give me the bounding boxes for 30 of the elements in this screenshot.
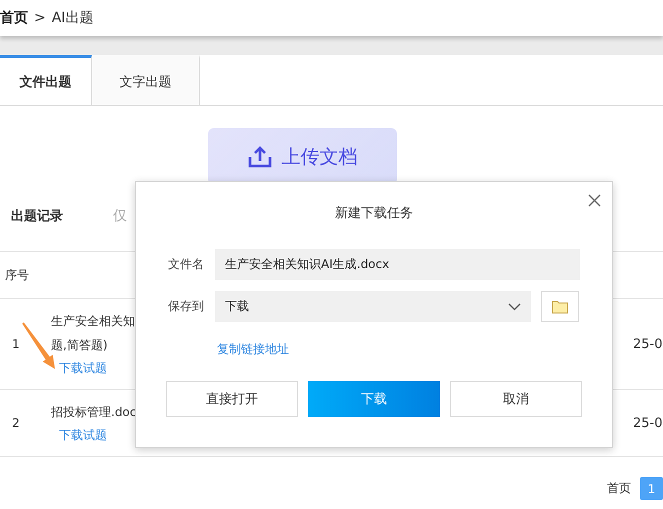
row-number: 1 — [11, 337, 21, 351]
tab[interactable]: 文件出题 — [0, 55, 92, 105]
tab[interactable]: 文字出题 — [92, 55, 200, 105]
section-note: 仅 — [113, 207, 127, 225]
date-cell: 25-0 — [633, 336, 663, 352]
download-link[interactable]: 下载试题 — [59, 359, 107, 377]
file-title: 生产安全相关知 — [51, 313, 135, 330]
copy-link[interactable]: 复制链接地址 — [217, 341, 289, 358]
dialog-title: 新建下载任务 — [335, 205, 413, 222]
column-header: 序号 — [5, 266, 29, 284]
close-icon[interactable] — [588, 194, 601, 207]
date-cell: 25-0 — [633, 416, 663, 430]
download-link[interactable]: 下载试题 — [59, 426, 107, 444]
row-number: 2 — [11, 416, 21, 430]
field-label: 保存到 — [168, 298, 205, 315]
file-title: 招投标管理.doc — [51, 404, 136, 421]
dialog-button[interactable]: 直接打开 — [166, 381, 298, 417]
chevron-down-icon — [508, 302, 521, 310]
breadcrumb-link[interactable]: 首页 — [0, 9, 28, 27]
upload-icon — [248, 146, 272, 168]
first-page-link[interactable]: 首页 — [607, 480, 631, 497]
breadcrumb-separator: > — [34, 10, 46, 26]
file-title: 题,简答题) — [51, 337, 108, 354]
breadcrumb-current: AI出题 — [52, 9, 94, 27]
field-label: 文件名 — [168, 256, 205, 273]
save-location-dropdown[interactable]: 下载 — [215, 291, 531, 322]
dialog-button[interactable]: 取消 — [450, 381, 582, 417]
filename-field[interactable]: 生产安全相关知识AI生成.docx — [215, 249, 580, 280]
folder-icon — [552, 300, 568, 314]
section-title: 出题记录 — [11, 208, 63, 225]
